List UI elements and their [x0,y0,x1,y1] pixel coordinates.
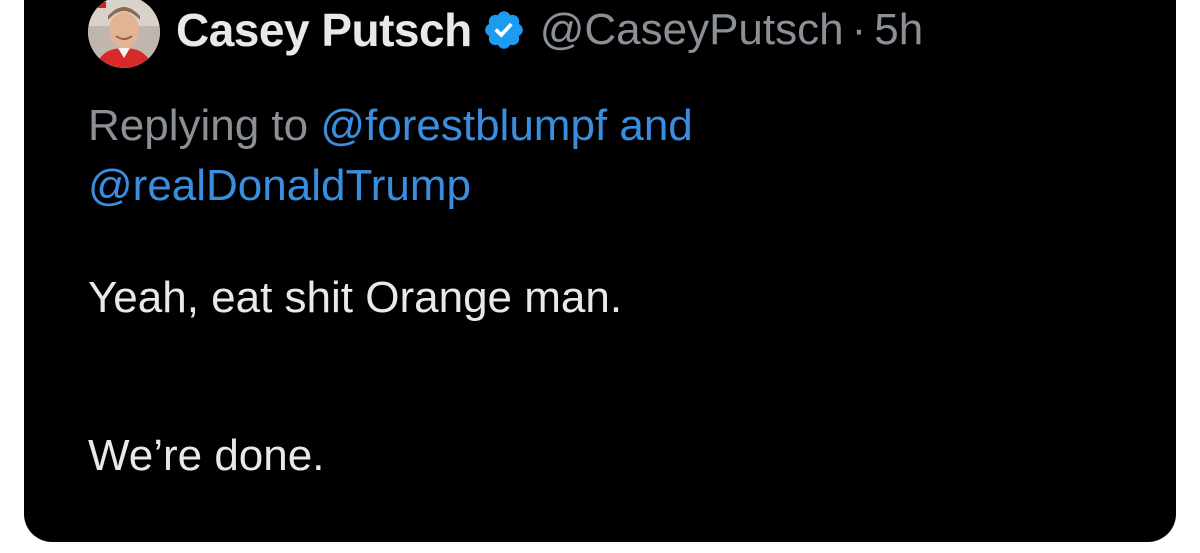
separator-dot: · [851,5,867,54]
mention-link-forestblumpf[interactable]: @forestblumpf [320,101,607,150]
timestamp[interactable]: 5h [874,5,923,55]
tweet-text-line-2: We’re done. [88,431,325,480]
replying-to: Replying to @forestblumpf and @realDonal… [88,96,1148,216]
avatar[interactable] [88,0,160,68]
verified-badge-icon [482,8,526,52]
reply-conjunction: and [607,101,693,150]
tweet-header: Casey Putsch @CaseyPutsch · 5h [176,0,923,62]
replying-prefix: Replying to [88,101,321,150]
avatar-image [88,0,160,68]
tweet-text-line-1: Yeah, eat shit Orange man. [88,273,623,322]
tweet-card[interactable]: Casey Putsch @CaseyPutsch · 5h Replying … [24,0,1176,542]
user-handle[interactable]: @CaseyPutsch [540,5,844,55]
mention-link-realdonaldtrump[interactable]: @realDonaldTrump [88,161,471,210]
display-name[interactable]: Casey Putsch [176,3,472,57]
